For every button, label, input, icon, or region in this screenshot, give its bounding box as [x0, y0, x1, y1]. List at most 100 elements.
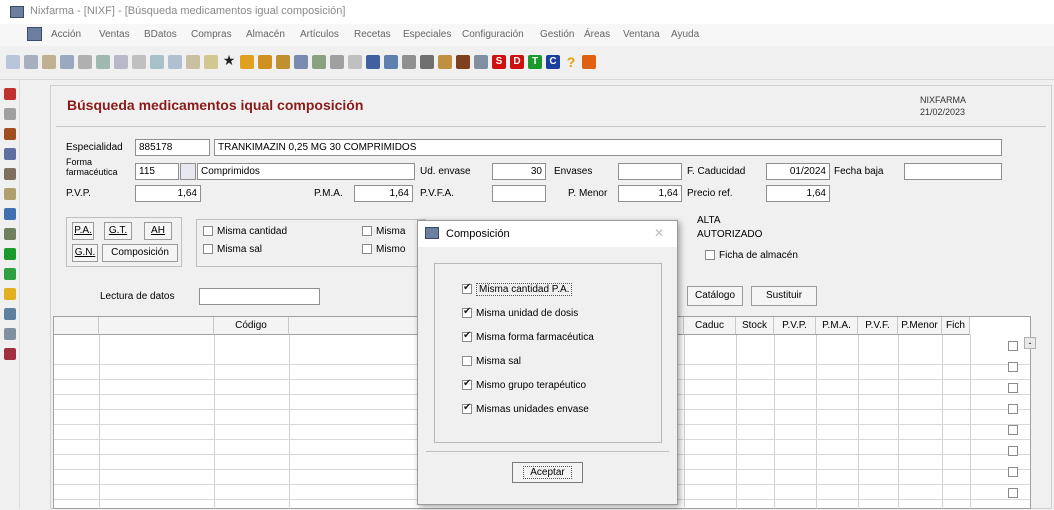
dialog-option-checkbox[interactable]: [462, 378, 472, 391]
menu-ventas[interactable]: Ventas: [99, 29, 130, 40]
edit-icon[interactable]: [42, 55, 56, 69]
report-icon[interactable]: [474, 55, 488, 69]
dialog-option-5[interactable]: Mismas unidades envase: [462, 402, 589, 415]
fich-checkbox[interactable]: [1008, 488, 1018, 498]
calc-icon[interactable]: [402, 55, 416, 69]
col-header-pvf[interactable]: P.V.F.: [858, 317, 898, 335]
undo-icon[interactable]: [168, 55, 182, 69]
dialog-option-3[interactable]: Misma sal: [462, 356, 521, 367]
cart-icon[interactable]: [456, 55, 470, 69]
pa-button[interactable]: P.A.: [72, 222, 94, 240]
caducidad-field[interactable]: 01/2024: [766, 163, 830, 180]
dialog-option-0[interactable]: Misma cantidad P.A.: [462, 282, 573, 296]
settings-icon[interactable]: [330, 55, 344, 69]
menu-almacen[interactable]: Almacén: [246, 29, 285, 40]
mail-icon[interactable]: [294, 55, 308, 69]
menu-accion[interactable]: Acción: [51, 29, 81, 40]
menu-bdatos[interactable]: BDatos: [144, 29, 177, 40]
envases-field[interactable]: [618, 163, 682, 180]
sidebar-item-2-icon[interactable]: [4, 108, 16, 120]
precio-ref-field[interactable]: 1,64: [766, 185, 830, 202]
pvp-field[interactable]: 1,64: [135, 185, 201, 202]
sidebar-item-3-icon[interactable]: [4, 128, 16, 140]
sidebar-item-refresh-icon[interactable]: [4, 268, 16, 280]
col-header-stock[interactable]: Stock: [736, 317, 774, 335]
misma-sal-checkbox[interactable]: Misma sal: [203, 244, 262, 255]
print-icon[interactable]: [78, 55, 92, 69]
catalogo-button[interactable]: Catálogo: [687, 286, 743, 306]
ficha-almacen-checkbox[interactable]: Ficha de almacén: [705, 250, 798, 261]
find-icon[interactable]: [186, 55, 200, 69]
col-header-codigo[interactable]: Código: [214, 317, 289, 335]
star-icon[interactable]: ★: [222, 53, 236, 67]
col-header-1[interactable]: [99, 317, 214, 335]
misma-unidad-box[interactable]: [362, 226, 372, 237]
col-header-pvp[interactable]: P.V.P.: [774, 317, 816, 335]
ah-button[interactable]: AH: [144, 222, 172, 240]
t-icon[interactable]: T: [528, 55, 542, 69]
list-icon[interactable]: [420, 55, 434, 69]
sidebar-item-8-icon[interactable]: [4, 228, 16, 240]
mismo-grupo-box[interactable]: [362, 244, 372, 255]
new-icon[interactable]: [6, 55, 20, 69]
sustituir-button[interactable]: Sustituir: [751, 286, 817, 306]
arrow-left-icon[interactable]: [258, 55, 272, 69]
copy-icon[interactable]: [114, 55, 128, 69]
d-icon[interactable]: D: [510, 55, 524, 69]
arrow-right-icon[interactable]: [276, 55, 290, 69]
open-icon[interactable]: [24, 55, 38, 69]
lookup-button-icon[interactable]: [180, 163, 196, 180]
fich-checkbox[interactable]: [1008, 362, 1018, 372]
minus-icon[interactable]: -: [1024, 337, 1036, 349]
sidebar-item-4-icon[interactable]: [4, 148, 16, 160]
ud-envase-field[interactable]: 30: [492, 163, 546, 180]
menu-articulos[interactable]: Artículos: [300, 29, 339, 40]
dialog-option-2[interactable]: Misma forma farmacéutica: [462, 330, 594, 343]
menu-compras[interactable]: Compras: [191, 29, 232, 40]
sidebar-item-plus-icon[interactable]: [4, 248, 16, 260]
col-header-pmenor[interactable]: P.Menor: [898, 317, 942, 335]
sidebar-item-5-icon[interactable]: [4, 168, 16, 180]
close-icon[interactable]: ✕: [654, 226, 664, 240]
ficha-almacen-box[interactable]: [705, 250, 715, 261]
forma-code-field[interactable]: 115: [135, 163, 179, 180]
misma-cantidad-box[interactable]: [203, 226, 213, 237]
sidebar-item-6-icon[interactable]: [4, 188, 16, 200]
menu-recetas[interactable]: Recetas: [354, 29, 391, 40]
fich-checkbox[interactable]: [1008, 404, 1018, 414]
mismo-grupo-checkbox[interactable]: Mismo: [362, 244, 405, 255]
pin-icon[interactable]: [348, 55, 362, 69]
folder-icon[interactable]: [312, 55, 326, 69]
menu-especiales[interactable]: Especiales: [403, 29, 451, 40]
col-header-pma[interactable]: P.M.A.: [816, 317, 858, 335]
sidebar-item-1-icon[interactable]: [4, 88, 16, 100]
preview-icon[interactable]: [96, 55, 110, 69]
cut-icon[interactable]: [150, 55, 164, 69]
fich-checkbox[interactable]: [1008, 446, 1018, 456]
favorite-icon[interactable]: [204, 55, 218, 69]
fich-checkbox[interactable]: [1008, 341, 1018, 351]
document-icon[interactable]: [27, 27, 42, 41]
menu-areas[interactable]: Áreas: [584, 29, 610, 40]
dialog-option-checkbox[interactable]: [462, 282, 472, 295]
menu-configuracion[interactable]: Configuración: [462, 29, 524, 40]
fich-checkbox[interactable]: [1008, 425, 1018, 435]
col-header-caduc[interactable]: Caduc: [684, 317, 736, 335]
especialidad-code-field[interactable]: 885178: [135, 139, 210, 156]
dialog-option-4[interactable]: Mismo grupo terapéutico: [462, 378, 586, 391]
dialog-option-checkbox[interactable]: [462, 402, 472, 415]
c-icon[interactable]: C: [546, 55, 560, 69]
dialog-option-1[interactable]: Misma unidad de dosis: [462, 306, 578, 319]
sales-icon[interactable]: [366, 55, 380, 69]
forma-name-field[interactable]: Comprimidos: [197, 163, 415, 180]
menu-gestion[interactable]: Gestión: [540, 29, 574, 40]
exit-icon[interactable]: [582, 55, 596, 69]
menu-ventana[interactable]: Ventana: [623, 29, 660, 40]
misma-cantidad-checkbox[interactable]: Misma cantidad: [203, 226, 287, 237]
fich-checkbox[interactable]: [1008, 467, 1018, 477]
save-icon[interactable]: [60, 55, 74, 69]
fecha-baja-field[interactable]: [904, 163, 1002, 180]
s-icon[interactable]: S: [492, 55, 506, 69]
paste-icon[interactable]: [132, 55, 146, 69]
people-icon[interactable]: [384, 55, 398, 69]
